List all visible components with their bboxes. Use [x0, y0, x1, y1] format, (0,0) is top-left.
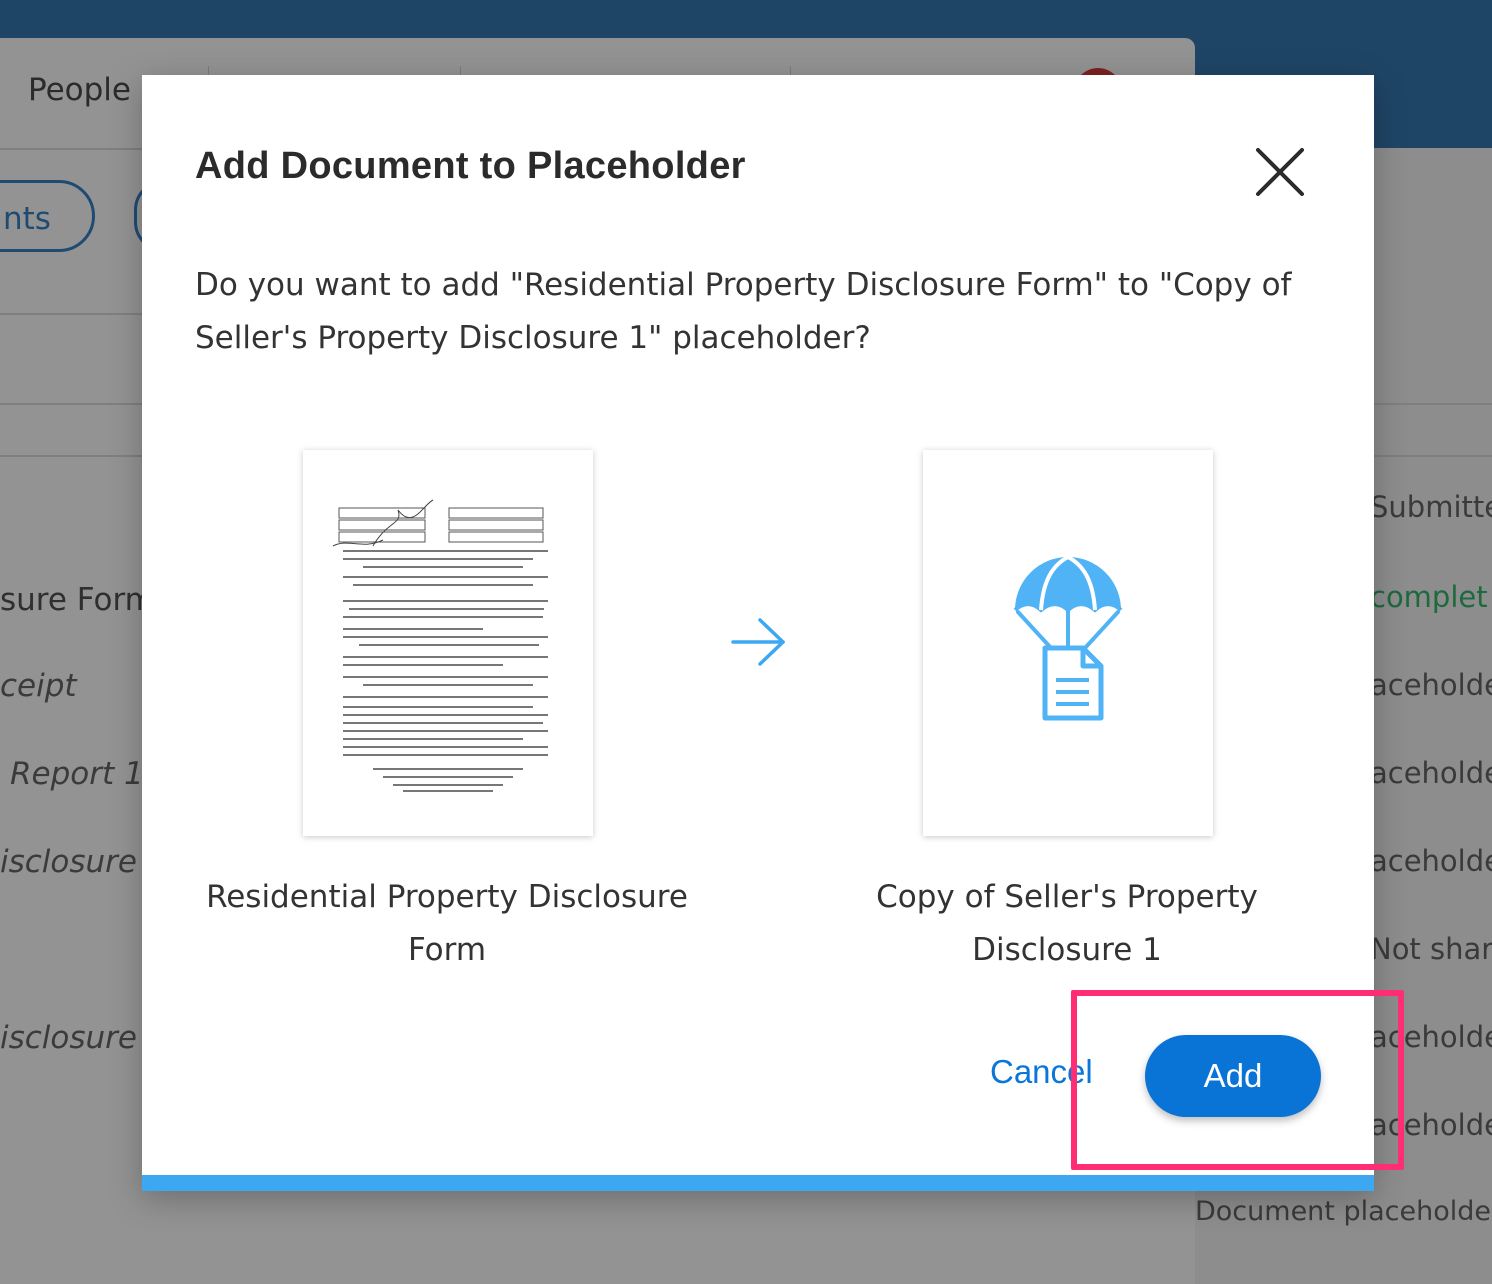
filter-pill-label: nts: [3, 201, 51, 237]
filter-pill-documents[interactable]: nts: [0, 180, 95, 252]
cancel-button[interactable]: Cancel: [990, 1053, 1093, 1091]
placeholder-thumbnail: [923, 450, 1213, 836]
parachute-document-icon: [1013, 555, 1123, 721]
status-text: Document placeholde: [1195, 1196, 1491, 1227]
dialog-title: Add Document to Placeholder: [195, 145, 746, 187]
placeholder-name: Copy of Seller's Property Disclosure 1: [876, 879, 1258, 968]
document-row-name[interactable]: isclosure: [0, 1020, 137, 1056]
status-text: aceholde: [1370, 1108, 1492, 1142]
add-button[interactable]: Add: [1145, 1035, 1321, 1117]
dialog-message: Do you want to add "Residential Property…: [195, 267, 1292, 356]
status-text: complet: [1370, 580, 1488, 614]
status-text: Not share: [1370, 932, 1492, 966]
add-document-dialog: Add Document to Placeholder Do you want …: [142, 75, 1374, 1191]
close-button[interactable]: [1250, 142, 1310, 202]
status-text: aceholde: [1370, 756, 1492, 790]
status-text: aceholde: [1370, 668, 1492, 702]
source-document-thumbnail: [303, 450, 593, 836]
document-page-preview: [332, 499, 548, 792]
column-header-status: Submitte: [1370, 490, 1492, 524]
document-row-name[interactable]: sure Form: [0, 582, 155, 618]
status-text: aceholde: [1370, 1020, 1492, 1054]
arrow-right-icon: [731, 618, 785, 666]
document-row-name[interactable]: Report 1: [10, 756, 144, 792]
dialog-accent-bar: [142, 1175, 1374, 1191]
close-icon: [1256, 148, 1304, 196]
document-row-name[interactable]: ceipt: [0, 668, 77, 704]
tab-people[interactable]: People: [28, 72, 131, 108]
source-document-name: Residential Property Disclosure Form: [206, 879, 688, 968]
document-row-name[interactable]: isclosure: [0, 844, 137, 880]
status-text: aceholde: [1370, 844, 1492, 878]
